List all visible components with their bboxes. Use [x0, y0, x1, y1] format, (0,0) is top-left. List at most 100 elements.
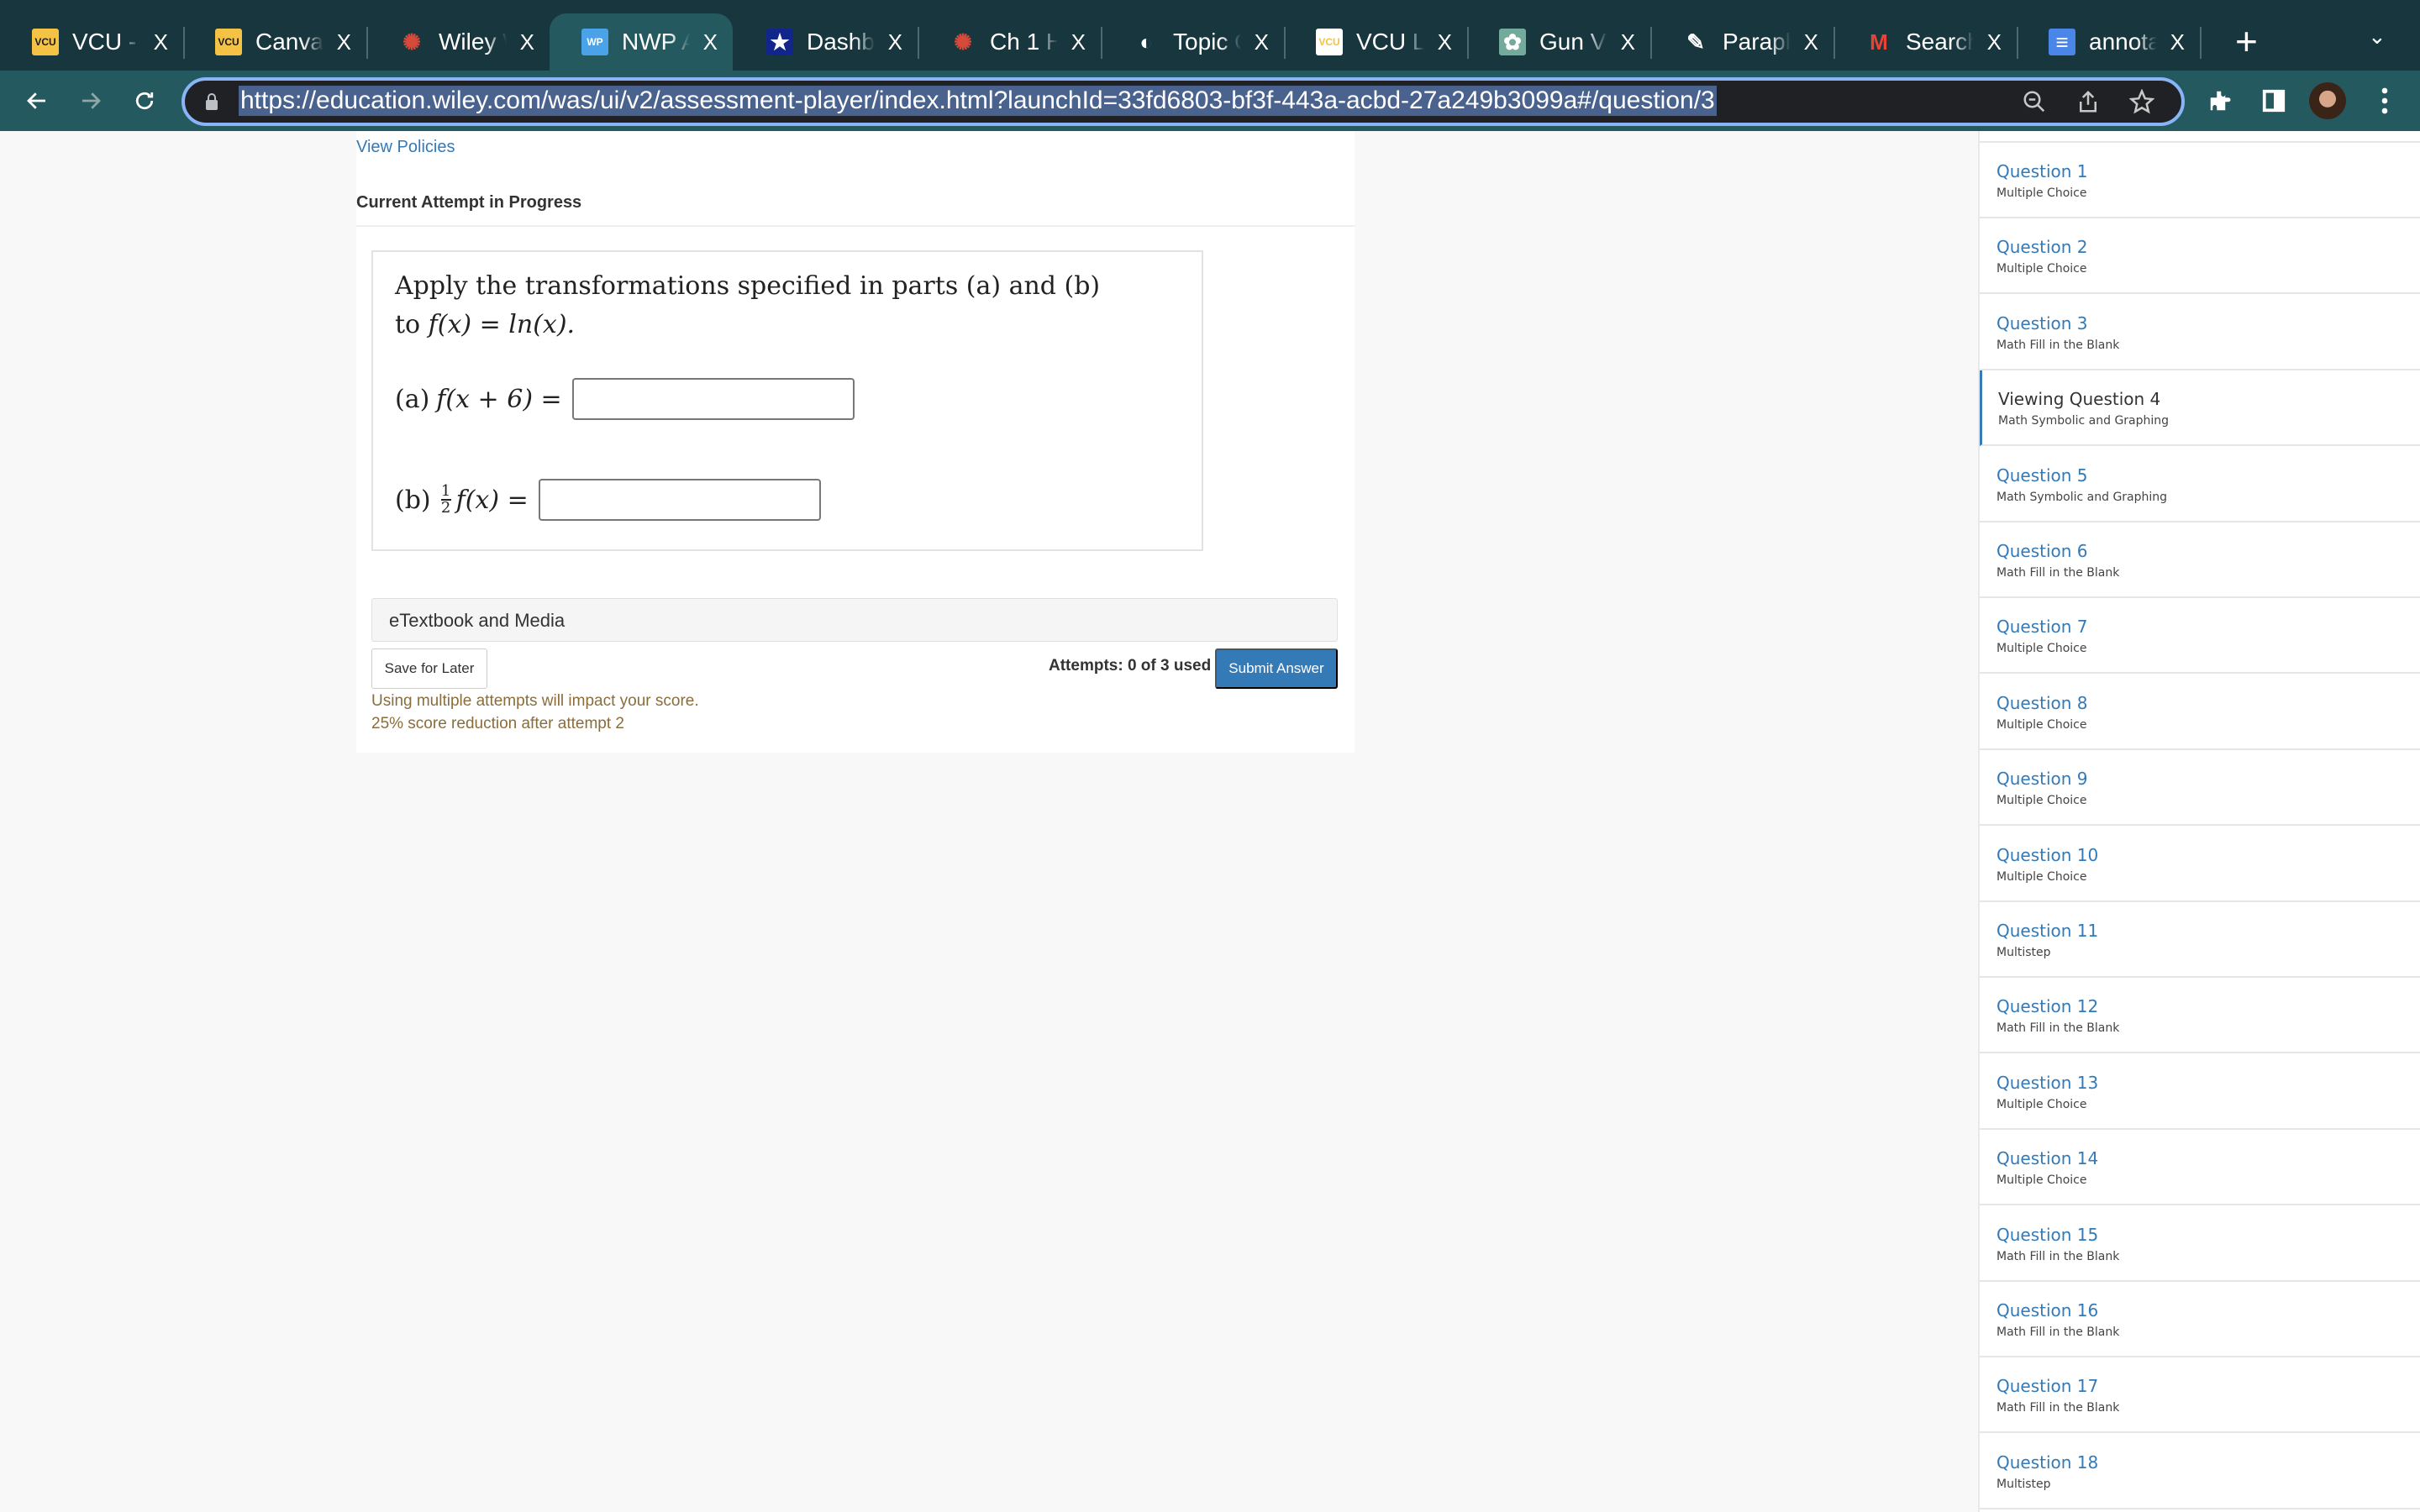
reload-icon	[135, 92, 154, 110]
question-nav-type: Multiple Choice	[1996, 262, 2087, 276]
tab-search-chevron-icon[interactable]: ⌄	[2368, 24, 2386, 50]
question-nav-item[interactable]: Question 15 Math Fill in the Blank	[1980, 1206, 2420, 1282]
question-nav-type: Math Fill in the Blank	[1996, 1326, 2120, 1339]
browser-toolbar: https://education.wiley.com/was/ui/v2/as…	[0, 71, 2420, 131]
question-nav-title: Question 15	[1996, 1224, 2099, 1245]
browser-tab[interactable]: VCU Canvas X	[183, 13, 366, 71]
browser-tab[interactable]: WP NWP As X	[550, 13, 733, 71]
part-a-answer-input[interactable]	[571, 378, 855, 420]
question-nav-item[interactable]: Question 10 Multiple Choice	[1980, 827, 2420, 902]
tab-close-icon[interactable]: X	[1438, 29, 1452, 55]
back-button[interactable]	[17, 81, 57, 121]
question-nav-item[interactable]: Question 11 Multistep	[1980, 902, 2420, 978]
browser-tab[interactable]: ✿ Gun Viol X	[1467, 13, 1650, 71]
browser-tab[interactable]: ≡ annotati X	[2017, 13, 2200, 71]
vcu-logo-icon: VCU	[1316, 29, 1343, 55]
question-nav-item[interactable]: Question 14 Multiple Choice	[1980, 1130, 2420, 1206]
question-nav-title: Question 8	[1996, 692, 2088, 713]
arrow-right-icon	[82, 92, 101, 109]
question-nav-title: Question 17	[1996, 1376, 2099, 1397]
question-nav-title: Question 11	[1996, 921, 2099, 941]
tab-title: Search r	[1906, 29, 1974, 55]
share-icon[interactable]	[2074, 87, 2102, 116]
part-b-answer-input[interactable]	[538, 479, 821, 521]
tab-title: Wiley W	[439, 29, 507, 55]
submit-answer-button[interactable]: Submit Answer	[1215, 648, 1338, 689]
tab-title: Canvas	[255, 29, 324, 55]
question-nav-item[interactable]: Question 13 Multiple Choice	[1980, 1054, 2420, 1130]
question-prompt: Apply the transformations specified in p…	[395, 267, 1100, 344]
question-line-2-prefix: to	[395, 310, 429, 339]
question-nav-title: Question 13	[1996, 1072, 2099, 1093]
part-a-expression: f(x + 6) =	[436, 384, 562, 414]
tab-close-icon[interactable]: X	[1071, 29, 1086, 55]
extensions-puzzle-icon[interactable]	[2202, 82, 2238, 119]
tab-close-icon[interactable]: X	[1621, 29, 1635, 55]
browser-tab[interactable]: VCU VCU - Cl X	[0, 13, 183, 71]
question-nav-item[interactable]: Question 7 Multiple Choice	[1980, 598, 2420, 675]
tab-title: Gun Viol	[1539, 29, 1607, 55]
question-nav-item[interactable]: Question 1 Multiple Choice	[1980, 143, 2420, 218]
browser-tab[interactable]: VCU VCU Lib X	[1284, 13, 1467, 71]
part-b: (b) 1 2 f(x) =	[395, 479, 821, 521]
question-nav-item-current[interactable]: Viewing Question 4 Math Symbolic and Grap…	[1980, 370, 2420, 447]
tab-close-icon[interactable]: X	[154, 29, 168, 55]
reload-button[interactable]	[124, 81, 165, 121]
attempt-heading: Current Attempt in Progress	[356, 193, 582, 212]
bookmark-star-icon[interactable]	[2128, 87, 2156, 116]
part-a-label: (a)	[395, 384, 430, 414]
browser-tab[interactable]: ◐ Topic Ov X	[1101, 13, 1284, 71]
question-nav-item[interactable]: Question 3 Math Fill in the Blank	[1980, 295, 2420, 370]
question-nav-title: Question 14	[1996, 1148, 2099, 1169]
question-nav-item[interactable]: Question 16 Math Fill in the Blank	[1980, 1282, 2420, 1357]
question-nav-item[interactable]: Question 12 Math Fill in the Blank	[1980, 978, 2420, 1054]
question-nav-title: Question 9	[1996, 769, 2088, 790]
assessment-card: View Policies Current Attempt in Progres…	[356, 131, 1355, 753]
browser-tab[interactable]: ✺ Ch 1 Ho X	[918, 13, 1101, 71]
browser-tab[interactable]: ★ Dashboa X	[734, 13, 918, 71]
wileyplus-logo-icon: WP	[581, 29, 608, 55]
question-nav-item[interactable]: Question 6 Math Fill in the Blank	[1980, 522, 2420, 598]
question-line-2: to f(x) = ln(x).	[395, 306, 1100, 344]
question-nav-item[interactable]: Question 8 Multiple Choice	[1980, 675, 2420, 750]
tab-close-icon[interactable]: X	[2170, 29, 2185, 55]
address-bar[interactable]: https://education.wiley.com/was/ui/v2/as…	[182, 77, 2185, 126]
lock-icon	[206, 93, 218, 110]
tab-close-icon[interactable]: X	[337, 29, 351, 55]
fraction-numerator: 1	[440, 482, 451, 500]
browser-tab[interactable]: ✺ Wiley W X	[366, 13, 550, 71]
tab-close-icon[interactable]: X	[703, 29, 718, 55]
question-nav-title: Question 6	[1996, 541, 2088, 561]
etextbook-label: eTextbook and Media	[389, 610, 566, 631]
etextbook-media-panel[interactable]: eTextbook and Media	[371, 598, 1338, 642]
question-nav-item[interactable]: Question 5 Math Symbolic and Graphing	[1980, 447, 2420, 522]
tab-close-icon[interactable]: X	[520, 29, 534, 55]
question-nav-item[interactable]: Question 9 Multiple Choice	[1980, 750, 2420, 827]
more-menu-icon[interactable]	[2366, 82, 2403, 119]
question-nav-type: Multistep	[1996, 946, 2051, 959]
tab-strip: + ⌄ VCU VCU - Cl X VCU Canvas X ✺ Wiley W X WP NWP…	[0, 0, 2420, 71]
save-for-later-button[interactable]: Save for Later	[371, 648, 487, 689]
divider	[1980, 141, 2420, 143]
zoom-out-icon[interactable]	[2020, 87, 2049, 116]
browser-tab[interactable]: ✎ Paraphra X	[1650, 13, 1833, 71]
side-panel-icon[interactable]	[2255, 82, 2292, 119]
forward-button[interactable]	[71, 81, 111, 121]
question-navigator: Question 1 Multiple Choice Question 2 Multi…	[1978, 131, 2420, 1512]
tab-title: Ch 1 Ho	[990, 29, 1058, 55]
new-tab-button[interactable]: +	[2235, 18, 2258, 64]
tab-close-icon[interactable]: X	[1987, 29, 2002, 55]
url-text[interactable]: https://education.wiley.com/was/ui/v2/as…	[239, 86, 1717, 116]
question-nav-type: Multiple Choice	[1996, 642, 2087, 656]
tab-title: VCU Lib	[1356, 29, 1424, 55]
tab-close-icon[interactable]: X	[888, 29, 902, 55]
question-nav-item[interactable]: Question 2 Multiple Choice	[1980, 218, 2420, 295]
question-nav-item[interactable]: Question 17 Math Fill in the Blank	[1980, 1357, 2420, 1434]
profile-avatar[interactable]	[2309, 82, 2346, 119]
question-nav-item[interactable]: Question 18 Multistep	[1980, 1434, 2420, 1509]
tab-close-icon[interactable]: X	[1255, 29, 1269, 55]
tab-close-icon[interactable]: X	[1804, 29, 1818, 55]
question-nav-title: Question 7	[1996, 617, 2088, 638]
view-policies-link[interactable]: View Policies	[356, 138, 455, 157]
browser-tab[interactable]: M Search r X	[1833, 13, 2017, 71]
